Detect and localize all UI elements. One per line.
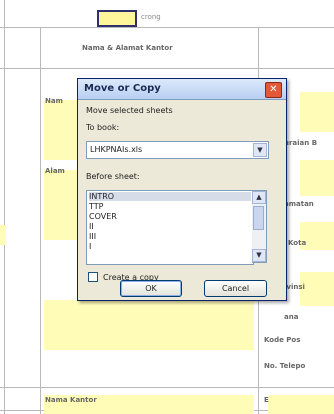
scroll-thumb[interactable] bbox=[253, 206, 264, 230]
to-book-dropdown[interactable]: LHKPNAIs.xls ▼ bbox=[86, 141, 269, 159]
close-icon[interactable]: ✕ bbox=[265, 82, 282, 98]
header-title: Nama & Alamat Kantor bbox=[82, 44, 173, 52]
grid-line bbox=[40, 27, 41, 414]
yellow-cell[interactable] bbox=[0, 225, 6, 245]
list-item[interactable]: INTRO bbox=[89, 192, 251, 201]
list-item[interactable]: III bbox=[89, 232, 251, 241]
list-item[interactable]: COVER bbox=[89, 212, 251, 221]
scroll-down-icon[interactable]: ▼ bbox=[252, 249, 266, 262]
list-item[interactable]: TTP bbox=[89, 202, 251, 211]
dialog-title: Move or Copy bbox=[84, 83, 161, 94]
top-small-text: crong bbox=[141, 13, 161, 21]
to-book-label: To book: bbox=[86, 123, 120, 132]
selected-cell-box[interactable] bbox=[97, 10, 137, 27]
dialog-titlebar[interactable]: Move or Copy ✕ bbox=[78, 79, 286, 100]
yellow-cell[interactable] bbox=[300, 160, 334, 196]
sheet-list[interactable]: INTRO TTP COVER II III I bbox=[86, 190, 254, 265]
scroll-up-icon[interactable]: ▲ bbox=[252, 191, 266, 204]
list-item[interactable]: II bbox=[89, 222, 251, 231]
right-label: uraian B bbox=[284, 139, 318, 147]
right-label: Kode Pos bbox=[264, 336, 301, 344]
row-label-address: Alam bbox=[45, 167, 65, 175]
right-label: No. Telepo bbox=[264, 362, 306, 370]
create-copy-checkbox[interactable] bbox=[88, 272, 98, 282]
grid-line bbox=[0, 387, 334, 388]
move-or-copy-dialog: Move or Copy ✕ Move selected sheets To b… bbox=[77, 78, 287, 301]
list-item[interactable]: I bbox=[89, 242, 251, 251]
yellow-cell[interactable] bbox=[300, 272, 334, 306]
right-label: Kota bbox=[288, 239, 307, 247]
row-label-name: Nam bbox=[45, 97, 63, 105]
yellow-cell[interactable] bbox=[44, 300, 254, 350]
to-book-value: LHKPNAIs.xls bbox=[90, 145, 143, 154]
yellow-cell[interactable] bbox=[300, 92, 334, 132]
right-label: amatan bbox=[284, 200, 314, 208]
grid-line bbox=[0, 27, 334, 28]
bottom-label: Nama Kantor bbox=[45, 396, 97, 404]
list-scrollbar[interactable]: ▲ ▼ bbox=[252, 190, 267, 263]
ok-button[interactable]: OK bbox=[120, 280, 182, 297]
right-label: ivinsi bbox=[284, 283, 305, 291]
subtitle: Move selected sheets bbox=[86, 106, 173, 115]
yellow-cell[interactable] bbox=[268, 395, 334, 414]
cancel-button[interactable]: Cancel bbox=[204, 280, 267, 297]
grid-line bbox=[0, 68, 334, 69]
chevron-down-icon[interactable]: ▼ bbox=[253, 143, 267, 157]
grid-line bbox=[4, 0, 5, 414]
right-label: ana bbox=[284, 313, 299, 321]
bottom-label: E bbox=[264, 396, 269, 404]
before-sheet-label: Before sheet: bbox=[86, 172, 140, 181]
